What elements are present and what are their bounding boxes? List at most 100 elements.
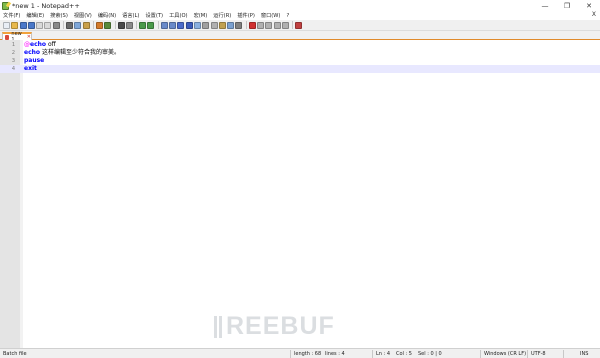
monitoring-icon[interactable] bbox=[235, 21, 243, 29]
line-number: 1 bbox=[11, 42, 15, 48]
keyword-token: echo bbox=[24, 49, 41, 56]
record-macro-icon[interactable] bbox=[248, 21, 256, 29]
menu-window[interactable]: 窗口(W) bbox=[258, 12, 284, 19]
code-text: echo 这样编辑至少符合我的审美。 bbox=[24, 49, 120, 57]
menu-encoding[interactable]: 编码(N) bbox=[95, 12, 119, 19]
keyword-token: exit bbox=[24, 65, 37, 72]
sync-horizontal-icon[interactable] bbox=[169, 21, 177, 29]
menu-search[interactable]: 搜索(S) bbox=[47, 12, 71, 19]
text-token: 这样编辑至少符合我的审美。 bbox=[40, 49, 120, 56]
menu-bar: 文件(F) 编辑(E) 搜索(S) 视图(V) 编码(N) 语言(L) 设置(T… bbox=[0, 11, 600, 20]
menu-macro[interactable]: 宏(M) bbox=[191, 12, 211, 19]
status-lines: lines : 4 bbox=[325, 351, 345, 357]
minimize-button[interactable]: — bbox=[534, 0, 556, 11]
status-sel: Sel : 0 | 0 bbox=[418, 351, 442, 357]
status-ln: Ln : 4 bbox=[376, 351, 390, 357]
sync-vertical-icon[interactable] bbox=[160, 21, 168, 29]
tab-new-1[interactable]: new 1 ✕ bbox=[2, 31, 32, 43]
zoom-out-icon[interactable] bbox=[147, 21, 155, 29]
status-divider bbox=[372, 350, 373, 358]
find-icon[interactable] bbox=[117, 21, 125, 29]
toolbar-separator bbox=[136, 21, 138, 29]
menu-language[interactable]: 语言(L) bbox=[119, 12, 142, 19]
status-bar: Batch file length : 68 lines : 4 Ln : 4 … bbox=[0, 348, 600, 358]
editor-area[interactable]: 1 @echo off 2 echo 这样编辑至少符合我的审美。 3 pause 4 exit bbox=[0, 40, 600, 348]
run-macro-multiple-icon[interactable] bbox=[273, 21, 281, 29]
status-divider bbox=[290, 350, 291, 358]
code-line[interactable]: 3 pause bbox=[0, 57, 600, 65]
close-icon[interactable] bbox=[36, 21, 44, 29]
toolbar-separator bbox=[157, 21, 159, 29]
cut-icon[interactable] bbox=[66, 21, 74, 29]
menu-view[interactable]: 视图(V) bbox=[71, 12, 95, 19]
replace-icon[interactable] bbox=[125, 21, 133, 29]
paste-icon[interactable] bbox=[82, 21, 90, 29]
menu-settings[interactable]: 设置(T) bbox=[142, 12, 166, 19]
code-line[interactable]: 2 echo 这样编辑至少符合我的审美。 bbox=[0, 49, 600, 57]
tab-bar: new 1 ✕ bbox=[0, 31, 600, 43]
save-macro-icon[interactable] bbox=[281, 21, 289, 29]
playback-icon[interactable] bbox=[265, 21, 273, 29]
close-document-button[interactable]: X bbox=[592, 11, 596, 18]
menu-run[interactable]: 运行(R) bbox=[210, 12, 234, 19]
new-file-icon[interactable] bbox=[3, 21, 10, 29]
toolbar bbox=[0, 20, 600, 31]
status-divider bbox=[563, 350, 564, 358]
title-bar: *new 1 - Notepad++ — ❐ ✕ bbox=[0, 0, 600, 11]
status-eol[interactable]: Windows (CR LF) bbox=[484, 350, 526, 358]
fold-margin[interactable] bbox=[20, 40, 23, 348]
status-encoding: UTF-8 bbox=[531, 351, 546, 357]
restore-button[interactable]: ❐ bbox=[556, 0, 578, 11]
status-length: length : 68 bbox=[294, 351, 322, 357]
code-text: exit bbox=[24, 65, 37, 73]
code-line[interactable]: 1 @echo off bbox=[0, 41, 600, 49]
save-all-icon[interactable] bbox=[27, 21, 35, 29]
undo-icon[interactable] bbox=[95, 21, 103, 29]
unsaved-file-icon bbox=[5, 34, 10, 40]
toolbar-separator bbox=[114, 21, 116, 29]
stop-record-icon[interactable] bbox=[257, 21, 265, 29]
toolbar-separator bbox=[63, 21, 65, 29]
copy-icon[interactable] bbox=[74, 21, 82, 29]
redo-icon[interactable] bbox=[104, 21, 112, 29]
menu-help[interactable]: ? bbox=[283, 13, 292, 19]
toolbar-separator bbox=[292, 21, 294, 29]
status-divider bbox=[480, 350, 481, 358]
freebuf-logo-icon bbox=[214, 315, 224, 338]
keyword-token: echo bbox=[30, 41, 47, 48]
current-line[interactable]: 4 exit bbox=[0, 65, 600, 73]
toolbar-separator bbox=[92, 21, 94, 29]
text-token: off bbox=[46, 41, 56, 48]
close-all-icon[interactable] bbox=[44, 21, 52, 29]
keyword-token: pause bbox=[24, 57, 45, 64]
status-file-type: Batch file bbox=[3, 351, 27, 357]
spell-check-icon[interactable] bbox=[295, 21, 303, 29]
line-number: 2 bbox=[11, 50, 15, 56]
close-window-button[interactable]: ✕ bbox=[578, 0, 600, 11]
show-all-chars-icon[interactable] bbox=[185, 21, 193, 29]
line-number: 3 bbox=[11, 58, 15, 64]
zoom-in-icon[interactable] bbox=[139, 21, 147, 29]
udl-icon[interactable] bbox=[202, 21, 210, 29]
doc-map-icon[interactable] bbox=[210, 21, 218, 29]
menu-plugins[interactable]: 插件(P) bbox=[234, 12, 258, 19]
word-wrap-icon[interactable] bbox=[177, 21, 185, 29]
menu-edit[interactable]: 编辑(E) bbox=[23, 12, 47, 19]
line-number-gutter bbox=[0, 40, 20, 348]
watermark-text: REEBUF bbox=[226, 312, 335, 340]
toolbar-separator bbox=[245, 21, 247, 29]
print-icon[interactable] bbox=[52, 21, 60, 29]
open-file-icon[interactable] bbox=[11, 21, 19, 29]
menu-file[interactable]: 文件(F) bbox=[0, 12, 23, 19]
folder-workspace-icon[interactable] bbox=[227, 21, 235, 29]
window-controls: — ❐ ✕ bbox=[534, 0, 600, 11]
menu-tools[interactable]: 工具(O) bbox=[166, 12, 191, 19]
status-divider bbox=[527, 350, 528, 358]
save-icon[interactable] bbox=[19, 21, 27, 29]
function-list-icon[interactable] bbox=[218, 21, 226, 29]
indent-guide-icon[interactable] bbox=[193, 21, 201, 29]
line-number: 4 bbox=[11, 66, 15, 72]
code-text: @echo off bbox=[24, 41, 56, 49]
status-insert-mode: INS bbox=[580, 351, 589, 357]
notepad-plus-plus-icon bbox=[2, 1, 9, 10]
